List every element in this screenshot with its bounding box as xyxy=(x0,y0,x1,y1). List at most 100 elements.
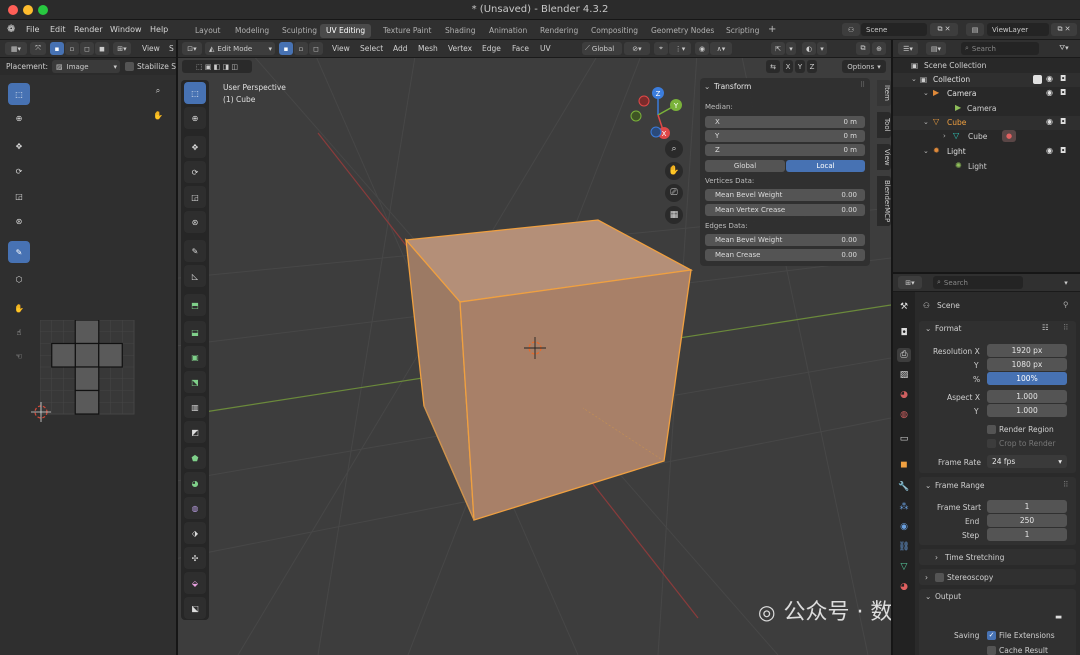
properties-search-input[interactable]: ⌕ Search xyxy=(933,276,1023,289)
tab-layout[interactable]: Layout xyxy=(189,24,227,38)
viewport-menu-uv[interactable]: UV xyxy=(540,44,551,53)
select-mode-buttons[interactable]: ⬚ ▣ ◧ ◨ ◫ xyxy=(182,60,252,73)
display-mode-icon[interactable]: ▤▾ xyxy=(926,42,946,55)
scene-tab-icon[interactable]: ◕ xyxy=(897,388,911,402)
camera-render-icon[interactable]: ◘ xyxy=(1060,117,1066,126)
area-divider[interactable] xyxy=(891,40,893,655)
uv-relax-icon[interactable]: ☝ xyxy=(8,321,30,343)
tab-blendermcp[interactable]: BlenderMCP xyxy=(877,176,891,226)
tab-geometry-nodes[interactable]: Geometry Nodes xyxy=(645,24,720,38)
format-panel-header[interactable]: Format xyxy=(935,324,961,333)
file-extensions-checkbox[interactable]: ✓ xyxy=(987,631,996,640)
gizmo-dropdown-icon[interactable]: ▾ xyxy=(786,42,796,55)
uv-edge-select-icon[interactable]: ▫ xyxy=(65,42,79,55)
scene-copy-icon[interactable]: ⧉ ✕ xyxy=(930,23,958,36)
cube-label[interactable]: Cube xyxy=(947,118,966,127)
light-data-label[interactable]: Light xyxy=(968,162,987,171)
tab-tool[interactable]: Tool xyxy=(877,112,891,138)
mean-bevel-weight-edge-field[interactable]: Mean Bevel Weight 0.00 xyxy=(705,234,865,246)
cursor-tool-icon[interactable]: ⊕ xyxy=(184,107,206,129)
viewlayer-type-icon[interactable]: ▤ xyxy=(966,23,984,36)
object-tab-icon[interactable]: ◼ xyxy=(897,458,911,472)
tool-settings-tab-icon[interactable]: ⚒ xyxy=(897,300,911,314)
move-tool-icon[interactable]: ✥ xyxy=(184,136,206,158)
editor-type-3d-icon[interactable]: ⊡▾ xyxy=(182,42,202,55)
expand-collection-icon[interactable]: ⌄ xyxy=(911,75,917,83)
aspect-y-field[interactable]: 1.000 xyxy=(987,404,1067,417)
stereoscopy-label[interactable]: Stereoscopy xyxy=(947,573,993,582)
edge-slide-icon[interactable]: ⬗ xyxy=(184,522,206,544)
global-space-button[interactable]: Global xyxy=(705,160,785,172)
face-select-mode-icon[interactable]: ◻ xyxy=(309,42,323,55)
render-region-checkbox[interactable] xyxy=(987,425,996,434)
aspect-x-field[interactable]: 1.000 xyxy=(987,390,1067,403)
output-panel-header[interactable]: Output xyxy=(935,592,961,601)
shear-tool-icon[interactable]: ⬙ xyxy=(184,572,206,594)
viewlayer-copy-icon[interactable]: ⧉ ✕ xyxy=(1051,23,1077,36)
extrude-region-icon[interactable]: ⬓ xyxy=(184,321,206,343)
format-collapse-icon[interactable]: ⌄ xyxy=(925,324,931,333)
show-gizmo-icon[interactable]: ⇱ xyxy=(771,42,785,55)
camera-render-icon[interactable]: ◘ xyxy=(1060,88,1066,97)
uv-editor-canvas[interactable]: ⬚ ⊕ ✥ ⟳ ◲ ⊛ ✎ ⬡ ✋ ☝ ☜ ⌕ ✋ xyxy=(0,75,176,655)
select-box-icon[interactable]: ⬚ xyxy=(184,82,206,104)
proportional-edit-icon[interactable]: ◉ xyxy=(695,42,709,55)
frame-range-collapse-icon[interactable]: ⌄ xyxy=(925,481,931,490)
transform-tool-icon[interactable]: ⊛ xyxy=(184,211,206,233)
median-z-field[interactable]: Z0 m xyxy=(705,144,865,156)
camera-render-icon[interactable]: ◘ xyxy=(1060,74,1066,83)
camera-render-icon[interactable]: ◘ xyxy=(1060,146,1066,155)
cube-data-label[interactable]: Cube xyxy=(968,132,987,141)
panel-drag-icon[interactable]: ⠿ xyxy=(860,81,865,89)
outliner-editor-type-icon[interactable]: ☰▾ xyxy=(898,42,918,55)
scene-collection-label[interactable]: Scene Collection xyxy=(924,61,986,70)
uv-rip-icon[interactable]: ⬡ xyxy=(8,268,30,290)
frame-start-field[interactable]: 1 xyxy=(987,500,1067,513)
transform-collapse-icon[interactable]: ⌄ xyxy=(704,82,710,91)
output-tab-icon[interactable]: ⎙ xyxy=(897,348,911,362)
uv-vertex-select-icon[interactable]: ▪ xyxy=(50,42,64,55)
pan-view-icon[interactable]: ✋ xyxy=(665,162,683,180)
expand-cube-icon[interactable]: ⌄ xyxy=(923,118,929,126)
menu-window[interactable]: Window xyxy=(110,25,142,34)
uv-scale-icon[interactable]: ◲ xyxy=(8,185,30,207)
overlays-dropdown-icon[interactable]: ▾ xyxy=(817,42,827,55)
editor-type-uv-icon[interactable]: ▦▾ xyxy=(5,42,27,55)
scale-tool-icon[interactable]: ◲ xyxy=(184,186,206,208)
tab-modeling[interactable]: Modeling xyxy=(229,24,275,38)
uv-select-box-icon[interactable]: ⬚ xyxy=(8,83,30,105)
uv-grab-icon[interactable]: ✋ xyxy=(8,297,30,319)
snap-toggle-icon[interactable]: ⌖ xyxy=(654,42,668,55)
tab-texture-paint[interactable]: Texture Paint xyxy=(377,24,437,38)
collection-tab-icon[interactable]: ▭ xyxy=(897,432,911,446)
viewport-menu-vertex[interactable]: Vertex xyxy=(448,44,472,53)
world-tab-icon[interactable]: ◍ xyxy=(897,408,911,422)
camera-view-icon[interactable]: ⎚ xyxy=(665,184,683,202)
rotate-tool-icon[interactable]: ⟳ xyxy=(184,161,206,183)
frame-range-header[interactable]: Frame Range xyxy=(935,481,985,490)
camera-label[interactable]: Camera xyxy=(947,89,976,98)
shrink-fatten-icon[interactable]: ✣ xyxy=(184,547,206,569)
time-stretching-expand-icon[interactable]: › xyxy=(935,553,938,562)
bevel-tool-icon[interactable]: ⬔ xyxy=(184,371,206,393)
folder-icon[interactable]: ▬ xyxy=(1055,612,1062,621)
eye-icon[interactable]: ◉ xyxy=(1046,88,1053,97)
crop-to-render-checkbox[interactable] xyxy=(987,439,996,448)
tab-scripting[interactable]: Scripting xyxy=(720,24,765,38)
menu-edit[interactable]: Edit xyxy=(50,25,66,34)
menu-render[interactable]: Render xyxy=(74,25,102,34)
scene-type-icon[interactable]: ⚇ xyxy=(842,23,860,36)
add-workspace-icon[interactable]: + xyxy=(768,24,776,35)
knife-tool-icon[interactable]: ◩ xyxy=(184,421,206,443)
shading-wireframe-icon[interactable]: ⊕ xyxy=(872,42,886,55)
expand-light-icon[interactable]: ⌄ xyxy=(923,147,929,155)
properties-options-icon[interactable]: ▾ xyxy=(1059,276,1073,289)
tab-view[interactable]: View xyxy=(877,144,891,170)
tab-shading[interactable]: Shading xyxy=(439,24,481,38)
uv-pinch-icon[interactable]: ☜ xyxy=(8,345,30,367)
poly-build-icon[interactable]: ⬟ xyxy=(184,447,206,469)
median-x-field[interactable]: X0 m xyxy=(705,116,865,128)
transform-orientation-dropdown[interactable]: ⟋ Global xyxy=(582,42,622,55)
cache-result-checkbox[interactable] xyxy=(987,646,996,655)
view-layer-tab-icon[interactable]: ▨ xyxy=(897,368,911,382)
